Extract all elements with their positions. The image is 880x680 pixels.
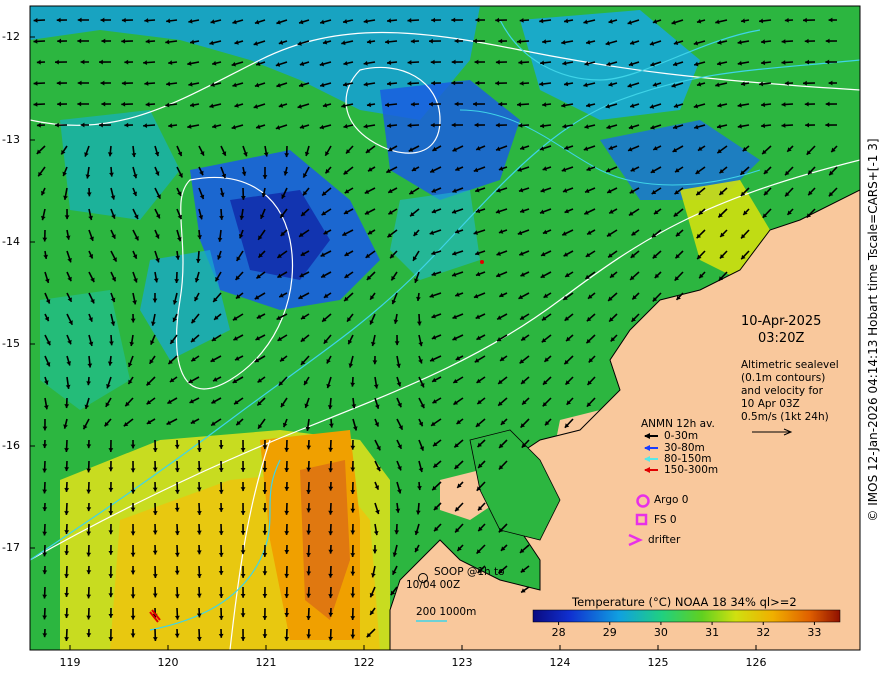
anmn-legend-item: 0-30m [664, 430, 699, 442]
y-tick-label: -16 [2, 439, 20, 452]
anmn-legend-title: ANMN 12h av. [641, 418, 715, 430]
colorbar-tick-label: 33 [807, 626, 822, 639]
timestamp-date: 10-Apr-2025 [741, 314, 822, 329]
ocean-map [29, 5, 861, 651]
y-tick-label: -12 [2, 30, 20, 43]
y-tick-label: -14 [2, 235, 20, 248]
fs-label: FS 0 [654, 514, 677, 526]
timestamp-time: 03:20Z [758, 331, 805, 346]
colorbar-tick-label: 29 [602, 626, 617, 639]
altimetry-note-line: and velocity for [741, 385, 823, 397]
x-tick-label: 122 [353, 656, 375, 669]
y-tick-label: -13 [2, 133, 20, 146]
x-tick-label: 119 [59, 656, 81, 669]
temperature-field [30, 6, 860, 650]
argo-label: Argo 0 [654, 494, 689, 506]
x-tick-label: 125 [647, 656, 669, 669]
credit-label: © IMOS 12-Jan-2026 04:14:13 Hobart time … [866, 138, 880, 522]
colorbar [532, 609, 841, 623]
y-tick-label: -17 [2, 541, 20, 554]
colorbar-tick-label: 30 [653, 626, 668, 639]
colorbar-tick-label: 32 [756, 626, 771, 639]
anmn-legend-item: 150-300m [664, 464, 719, 476]
altimetry-note-line: 10 Apr 03Z [741, 398, 800, 410]
colorbar-title: Temperature (°C) NOAA 18 34% ql>=2 [572, 595, 797, 609]
altimetry-note-line: (0.1m contours) [741, 372, 826, 384]
soop-label: 10/04 00Z [406, 579, 461, 591]
colorbar-tick-label: 28 [551, 626, 566, 639]
x-tick-label: 124 [549, 656, 571, 669]
x-tick-label: 123 [451, 656, 473, 669]
altimetry-note-line: 0.5m/s (1kt 24h) [741, 411, 829, 423]
x-tick-label: 121 [255, 656, 277, 669]
drifter-label: drifter [648, 534, 681, 546]
y-tick-label: -15 [2, 337, 20, 350]
altimetry-note-line: Altimetric sealevel [741, 359, 839, 371]
x-tick-label: 120 [157, 656, 179, 669]
colorbar-tick-label: 31 [705, 626, 720, 639]
soop-label: SOOP @1h to [434, 566, 505, 578]
contour-legend-label: 200 1000m [416, 606, 477, 618]
x-tick-label: 126 [745, 656, 767, 669]
